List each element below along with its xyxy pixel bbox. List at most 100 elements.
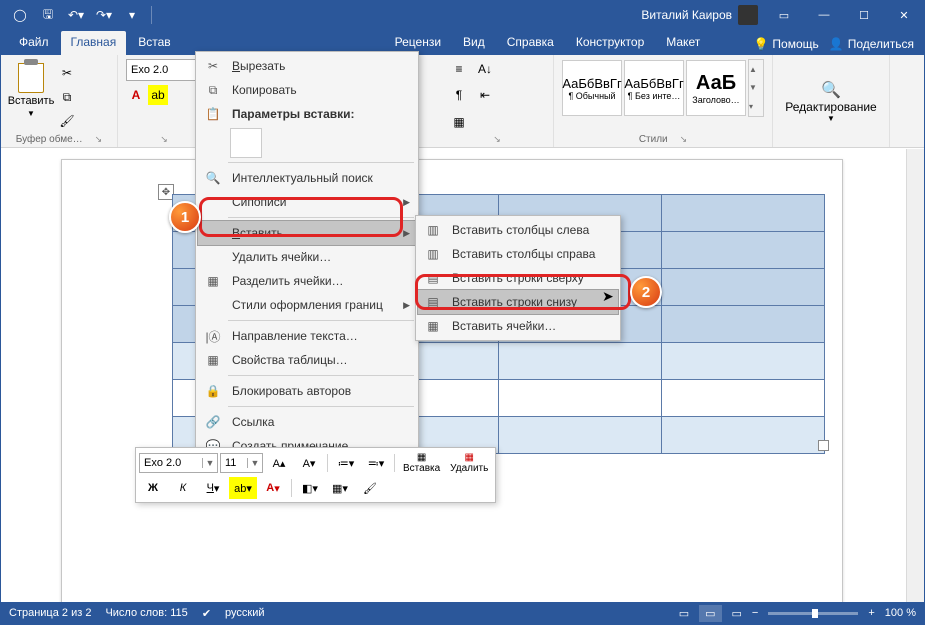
copy-icon: ⧉ (204, 81, 222, 99)
mini-delete-button[interactable]: ▦Удалить (446, 451, 492, 475)
autosave-toggle[interactable]: ◯ (7, 2, 33, 28)
style-gallery-scroll[interactable]: ▲▼▾ (748, 59, 764, 117)
text-direction-icon: |Ⓐ (204, 327, 222, 345)
close-button[interactable]: ✕ (884, 1, 924, 29)
bullets-button[interactable]: ≔▾ (332, 452, 360, 474)
table-icon: ▦ (204, 351, 222, 369)
annotation-badge-2: 2 (630, 276, 662, 308)
save-button[interactable]: 🖫 (35, 2, 61, 28)
tab-file[interactable]: Файл (9, 31, 59, 55)
tab-insert[interactable]: Встав (128, 31, 180, 55)
menu-link[interactable]: 🔗Ссылка (198, 410, 416, 434)
menu-synonyms[interactable]: Сипописи▶ (198, 190, 416, 214)
menu-cut[interactable]: ✂Вырезать (198, 54, 416, 78)
tab-table-design[interactable]: Конструктор (566, 31, 654, 55)
menu-lock-authors[interactable]: 🔒Блокировать авторов (198, 379, 416, 403)
tab-table-layout[interactable]: Макет (656, 31, 710, 55)
borders-button[interactable]: ▦▾ (326, 477, 354, 499)
zoom-in-button[interactable]: + (868, 607, 874, 619)
view-web-layout[interactable]: ▭ (732, 607, 742, 620)
tab-view[interactable]: Вид (453, 31, 495, 55)
view-print-layout[interactable]: ▭ (699, 605, 721, 622)
dialog-launcher-icon[interactable]: ↘ (493, 134, 501, 145)
menu-table-properties[interactable]: ▦Свойства таблицы… (198, 348, 416, 372)
format-painter-button[interactable]: 🖌 (57, 111, 77, 131)
dialog-launcher-icon[interactable]: ↘ (680, 134, 688, 145)
style-gallery[interactable]: АаБбВвГг ¶ Обычный АаБбВвГг ¶ Без инте… … (562, 59, 764, 117)
zoom-out-button[interactable]: − (752, 607, 758, 619)
style-heading1[interactable]: АаБ Заголово… (686, 60, 746, 116)
highlight-button[interactable]: ab▾ (229, 477, 257, 499)
status-page[interactable]: Страница 2 из 2 (9, 607, 91, 619)
font-color-button[interactable]: A (126, 85, 146, 105)
paste-option-keep-formatting[interactable] (230, 128, 262, 158)
borders-button[interactable]: ▦ (449, 112, 469, 132)
chevron-down-icon[interactable]: ▼ (202, 458, 217, 468)
numbering-button[interactable]: ≕▾ (362, 452, 390, 474)
submenu-rows-above[interactable]: ▤Вставить строки сверху (418, 266, 618, 290)
indent-button[interactable]: ⇤ (475, 85, 495, 105)
bold-button[interactable]: Ж (139, 477, 167, 499)
menu-insert[interactable]: Вставить▶ (197, 220, 417, 246)
maximize-button[interactable]: ☐ (844, 1, 884, 29)
dialog-launcher-icon[interactable]: ↘ (95, 134, 103, 145)
chevron-right-icon: ▶ (403, 300, 410, 311)
dialog-launcher-icon[interactable]: ↘ (160, 134, 168, 145)
minimize-button[interactable]: ― (804, 1, 844, 29)
proofing-icon[interactable]: ✔ (202, 607, 211, 620)
format-painter-button[interactable]: 🖌 (356, 477, 384, 499)
tab-help[interactable]: Справка (497, 31, 564, 55)
font-color-button[interactable]: A▾ (259, 477, 287, 499)
shrink-font-button[interactable]: A▾ (295, 452, 323, 474)
zoom-level[interactable]: 100 % (885, 607, 916, 619)
insert-rows-below-icon: ▤ (424, 293, 442, 311)
table-resize-handle[interactable] (818, 440, 829, 451)
submenu-rows-below[interactable]: ▤Вставить строки снизу (417, 289, 619, 315)
copy-button[interactable]: ⧉ (57, 87, 77, 107)
sort-button[interactable]: A↓ (475, 59, 495, 79)
submenu-cols-left[interactable]: ▥Вставить столбцы слева (418, 218, 618, 242)
menu-smart-lookup[interactable]: 🔍Интеллектуальный поиск (198, 166, 416, 190)
redo-button[interactable]: ↷▾ (91, 2, 117, 28)
status-language[interactable]: русский (225, 607, 264, 619)
style-normal[interactable]: АаБбВвГг ¶ Обычный (562, 60, 622, 116)
shading-button[interactable]: ◧▾ (296, 477, 324, 499)
menu-copy[interactable]: ⧉Копировать (198, 78, 416, 102)
italic-button[interactable]: К (169, 477, 197, 499)
font-name-input[interactable] (127, 64, 195, 76)
submenu-cols-right[interactable]: ▥Вставить столбцы справа (418, 242, 618, 266)
group-label-clipboard: Буфер обме… (16, 134, 83, 145)
align-left-button[interactable]: ≡ (449, 59, 469, 79)
mini-font-combo[interactable]: ▼ (139, 453, 218, 473)
user-avatar[interactable] (738, 5, 758, 25)
status-word-count[interactable]: Число слов: 115 (105, 607, 187, 619)
view-read-mode[interactable]: ▭ (679, 607, 689, 620)
menu-text-direction[interactable]: |ⒶНаправление текста… (198, 324, 416, 348)
style-no-spacing[interactable]: АаБбВвГг ¶ Без инте… (624, 60, 684, 116)
zoom-slider[interactable] (768, 612, 858, 615)
menu-split-cells[interactable]: ▦Разделить ячейки… (198, 269, 416, 293)
chevron-down-icon[interactable]: ▼ (247, 458, 262, 468)
menu-border-styles[interactable]: Стили оформления границ▶ (198, 293, 416, 317)
grow-font-button[interactable]: A▴ (265, 452, 293, 474)
show-marks-button[interactable]: ¶ (449, 85, 469, 105)
share-button[interactable]: 👤Поделиться (829, 37, 914, 51)
vertical-scrollbar[interactable] (906, 149, 924, 602)
mini-insert-button[interactable]: ▦Вставка (399, 451, 444, 475)
tab-home[interactable]: Главная (61, 31, 127, 55)
cut-button[interactable]: ✂ (57, 63, 77, 83)
underline-button[interactable]: Ч▾ (199, 477, 227, 499)
user-area[interactable]: Виталий Каиров (641, 5, 764, 25)
highlight-button[interactable]: ab (148, 85, 168, 105)
mini-size-combo[interactable]: ▼ (220, 453, 263, 473)
undo-button[interactable]: ↶▾ (63, 2, 89, 28)
ribbon-options-button[interactable]: ▭ (764, 1, 804, 29)
menu-delete-cells[interactable]: Удалить ячейки… (198, 245, 416, 269)
submenu-cells[interactable]: ▦Вставить ячейки… (418, 314, 618, 338)
editing-dropdown[interactable]: 🔍 Редактирование ▼ (785, 80, 876, 123)
paste-button[interactable]: Вставить ▼ (9, 59, 53, 118)
qat-customize[interactable]: ▾ (119, 2, 145, 28)
ribbon: Вставить ▼ ✂ ⧉ 🖌 Буфер обме…↘ ▼ A (1, 55, 924, 148)
menu-paste-options[interactable]: 📋Параметры вставки: (198, 102, 416, 126)
help-button[interactable]: 💡Помощь (753, 37, 818, 51)
